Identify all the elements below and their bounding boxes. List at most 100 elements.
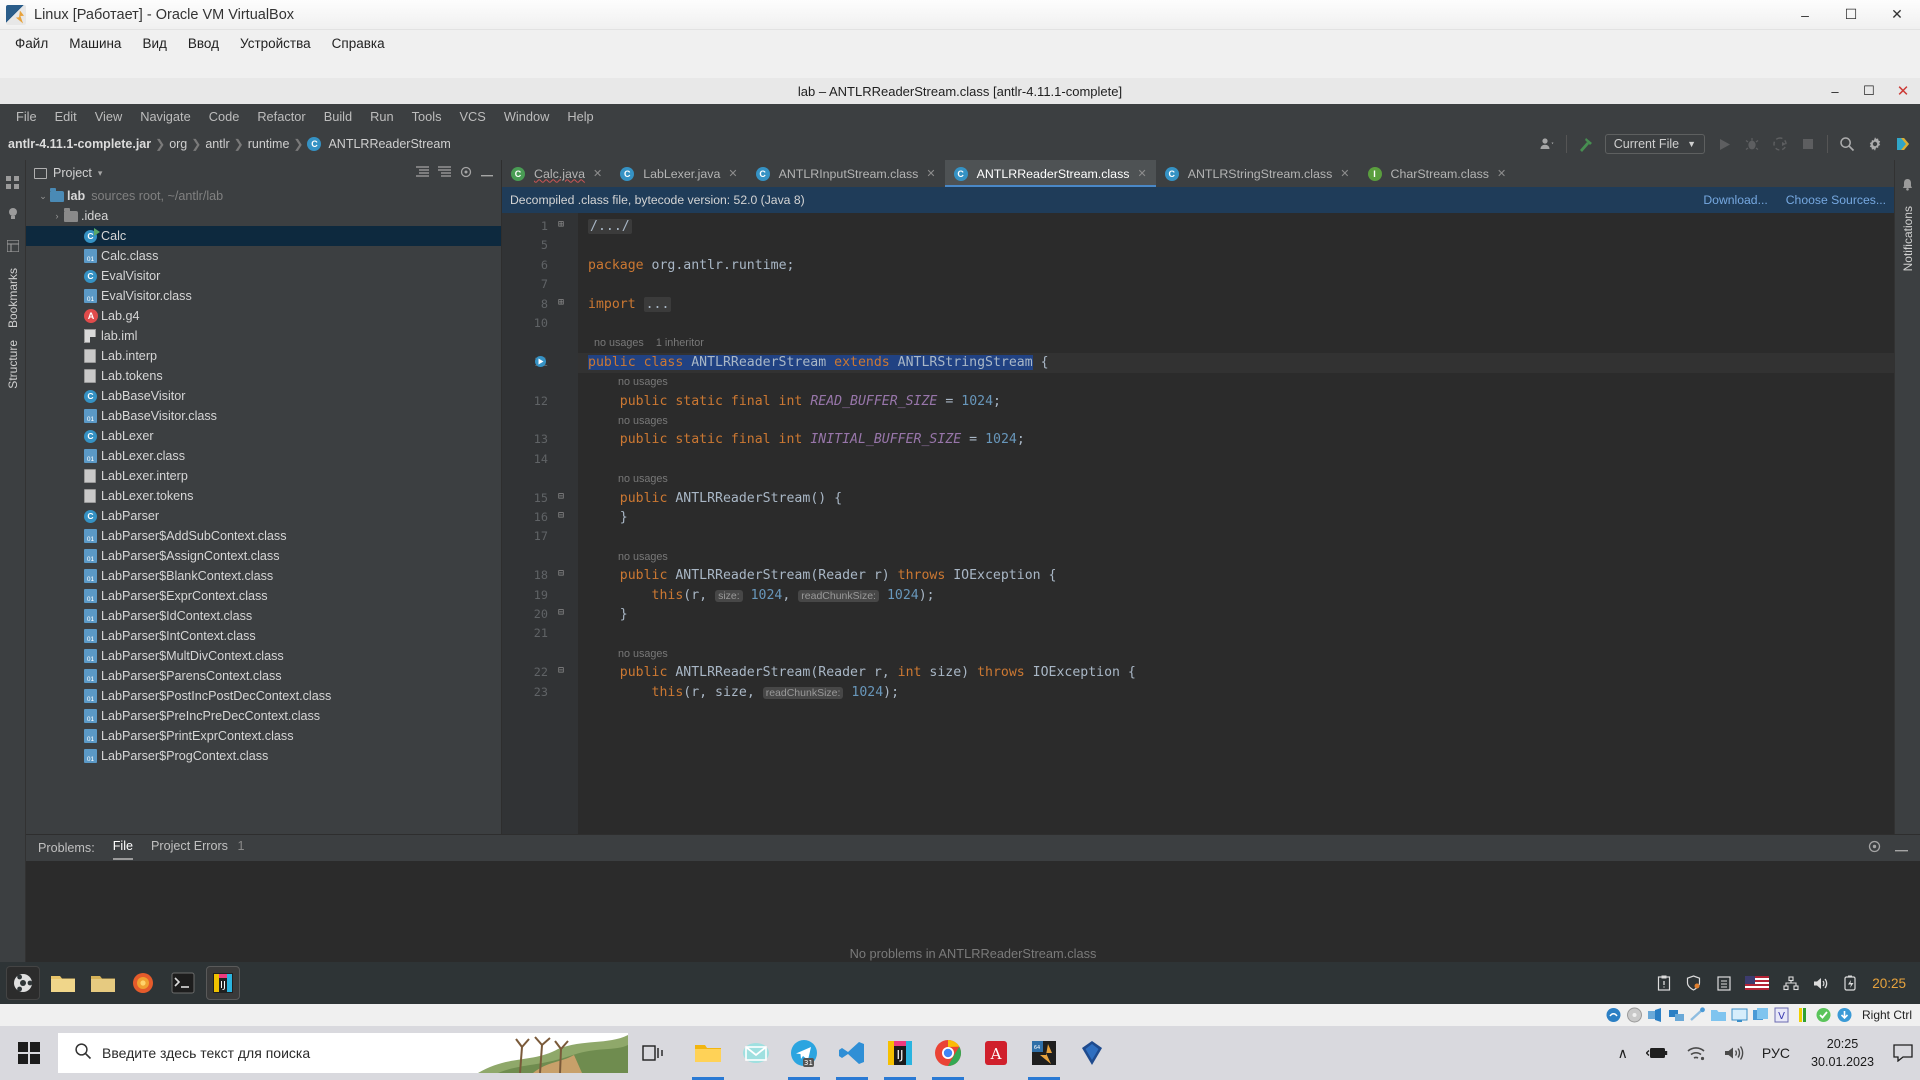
gutter-run-class-icon[interactable] [534,355,547,371]
breadcrumb-item-org[interactable]: org [169,137,187,151]
vbox-menu-help[interactable]: Справка [323,33,394,54]
tree-item-labparser-progcontext-class[interactable]: LabParser$ProgContext.class [26,746,501,766]
code-line[interactable]: public class ANTLRReaderStream extends A… [588,354,1049,370]
vbox-close-button[interactable]: ✕ [1874,0,1920,29]
close-icon[interactable]: ✕ [926,167,935,180]
acrobat-icon[interactable]: A [972,1026,1020,1080]
code-fold-icon[interactable]: ⊟ [558,510,564,521]
editor-tab-charstream-class[interactable]: I CharStream.class ✕ [1359,160,1516,187]
guest-additions-indicator-icon[interactable] [1815,1007,1833,1024]
tray-chevron-icon[interactable]: ∧ [1609,1026,1637,1080]
host-key-indicator-icon[interactable] [1836,1007,1854,1024]
run-icon[interactable] [1715,135,1733,153]
hdd-indicator-icon[interactable] [1605,1007,1623,1024]
code-fold-icon[interactable]: ⊞ [558,297,564,308]
menu-code[interactable]: Code [201,107,248,126]
vm-indicator-icon[interactable]: V [1773,1007,1791,1024]
code-fold-icon[interactable]: ⊟ [558,665,564,676]
code-fold-icon[interactable]: ⊞ [558,219,564,230]
code-line[interactable]: } [588,607,628,622]
run-configuration-selector[interactable]: Current File ▼ [1604,134,1705,154]
close-icon[interactable]: ✕ [1137,167,1146,180]
settings-gear-icon[interactable] [1868,840,1881,856]
menu-window[interactable]: Window [496,107,558,126]
firefox-icon[interactable] [126,966,160,1000]
editor-tab-antlrreaderstream-class[interactable]: C ANTLRReaderStream.class ✕ [944,160,1156,187]
close-icon[interactable]: ✕ [728,167,737,180]
tree-item-calc[interactable]: C Calc [26,226,501,246]
clipboard-icon[interactable] [1655,975,1672,992]
windows-search-box[interactable]: Введите здесь текст для поиска [58,1033,628,1073]
breadcrumb-item-antlr[interactable]: antlr [205,137,229,151]
menu-tools[interactable]: Tools [404,107,450,126]
tree-item-labparser-blankcontext-class[interactable]: LabParser$BlankContext.class [26,566,501,586]
intellij-idea-taskbar-icon[interactable]: IJ [206,966,240,1000]
network-indicator-icon[interactable] [1668,1007,1686,1024]
collapse-all-icon[interactable] [416,166,429,180]
audio-indicator-icon[interactable] [1647,1007,1665,1024]
inlay-usage-hint[interactable]: no usages [618,648,668,660]
code-line[interactable]: public ANTLRReaderStream(Reader r) throw… [588,568,1057,583]
inlay-usage-hint[interactable]: no usages [618,415,668,427]
mail-icon[interactable] [732,1026,780,1080]
tree-item-labparser-preincpredeccontext-class[interactable]: LabParser$PreIncPreDecContext.class [26,706,501,726]
vbox-menu-view[interactable]: Вид [133,33,175,54]
tree-item-labparser-printexprcontext-class[interactable]: LabParser$PrintExprContext.class [26,726,501,746]
code-text-area[interactable]: /.../ package org.antlr.runtime; import ..… [578,213,1894,834]
tree-item-lablexer-interp[interactable]: LabLexer.interp [26,466,501,486]
rail-label-notifications[interactable]: Notifications [1901,200,1915,277]
menu-view[interactable]: View [87,107,131,126]
code-fold-icon[interactable]: ⊟ [558,491,564,502]
code-line[interactable]: import ... [588,296,672,312]
breadcrumb-item-class[interactable]: ANTLRReaderStream [328,137,450,151]
vbox-minimize-button[interactable]: – [1782,0,1828,29]
updates-icon[interactable] [1715,975,1732,992]
tree-item-lab-g4[interactable]: A Lab.g4 [26,306,501,326]
choose-sources-link[interactable]: Choose Sources... [1786,193,1886,207]
file-explorer-icon[interactable] [684,1026,732,1080]
inlay-usage-hint[interactable]: no usages 1 inheritor [594,337,704,349]
code-line[interactable]: public static final int READ_BUFFER_SIZE… [588,394,1001,409]
chevron-down-icon[interactable]: ▾ [98,168,103,179]
inlay-usage-hint[interactable]: no usages [618,376,668,388]
tree-item-lab-tokens[interactable]: Lab.tokens [26,366,501,386]
menu-vcs[interactable]: VCS [452,107,494,126]
recording-indicator-icon[interactable] [1752,1007,1770,1024]
intellij-icon[interactable]: IJ [876,1026,924,1080]
build-hammer-icon[interactable] [1577,135,1595,153]
vbox-menu-machine[interactable]: Машина [60,33,130,54]
tree-item-lablexer-class[interactable]: LabLexer.class [26,446,501,466]
menu-run[interactable]: Run [362,107,401,126]
terminal-icon[interactable] [166,966,200,1000]
flag-us-icon[interactable] [1745,975,1770,992]
editor-gutter-line-numbers[interactable]: 156781011121314151617181920212223 [502,213,554,834]
rail-label-structure[interactable]: Structure [6,334,20,395]
run-with-coverage-icon[interactable] [1771,135,1789,153]
tree-item-evalvisitor-class[interactable]: EvalVisitor.class [26,286,501,306]
hide-panel-icon[interactable] [1895,840,1908,856]
debug-icon[interactable] [1743,135,1761,153]
vbox-menu-devices[interactable]: Устройства [231,33,320,54]
project-grid-icon[interactable] [5,174,21,190]
editor-tab-antlrinputstream-class[interactable]: C ANTLRInputStream.class ✕ [747,160,945,187]
bookmarks-lightbulb-icon[interactable] [5,206,21,222]
code-line[interactable]: public ANTLRReaderStream() { [588,491,842,506]
shared-folders-indicator-icon[interactable] [1710,1007,1728,1024]
idea-logo-icon[interactable] [1894,135,1912,153]
vbox-menu-input[interactable]: Ввод [179,33,228,54]
tree-item-lab-interp[interactable]: Lab.interp [26,346,501,366]
settings-gear-icon[interactable] [460,166,472,181]
files-manager-icon[interactable] [46,966,80,1000]
editor-gutter-fold-column[interactable]: ⊞ ⊞ ⊟ ⊟ ⊟ ⊟ ⊟ [535,213,578,834]
editor-tab-lablexer-java[interactable]: C LabLexer.java ✕ [611,160,746,187]
code-line[interactable]: /.../ [588,219,632,234]
volume-icon[interactable] [1812,975,1829,992]
battery-icon[interactable] [1842,975,1859,992]
windows-clock[interactable]: 20:25 30.01.2023 [1799,1026,1886,1080]
menu-file[interactable]: File [8,107,45,126]
close-icon[interactable]: ✕ [1497,167,1506,180]
menu-refactor[interactable]: Refactor [249,107,313,126]
volume-icon[interactable] [1715,1026,1753,1080]
editor-tab-antlrstringstream-class[interactable]: C ANTLRStringStream.class ✕ [1156,160,1359,187]
vscode-icon[interactable] [828,1026,876,1080]
